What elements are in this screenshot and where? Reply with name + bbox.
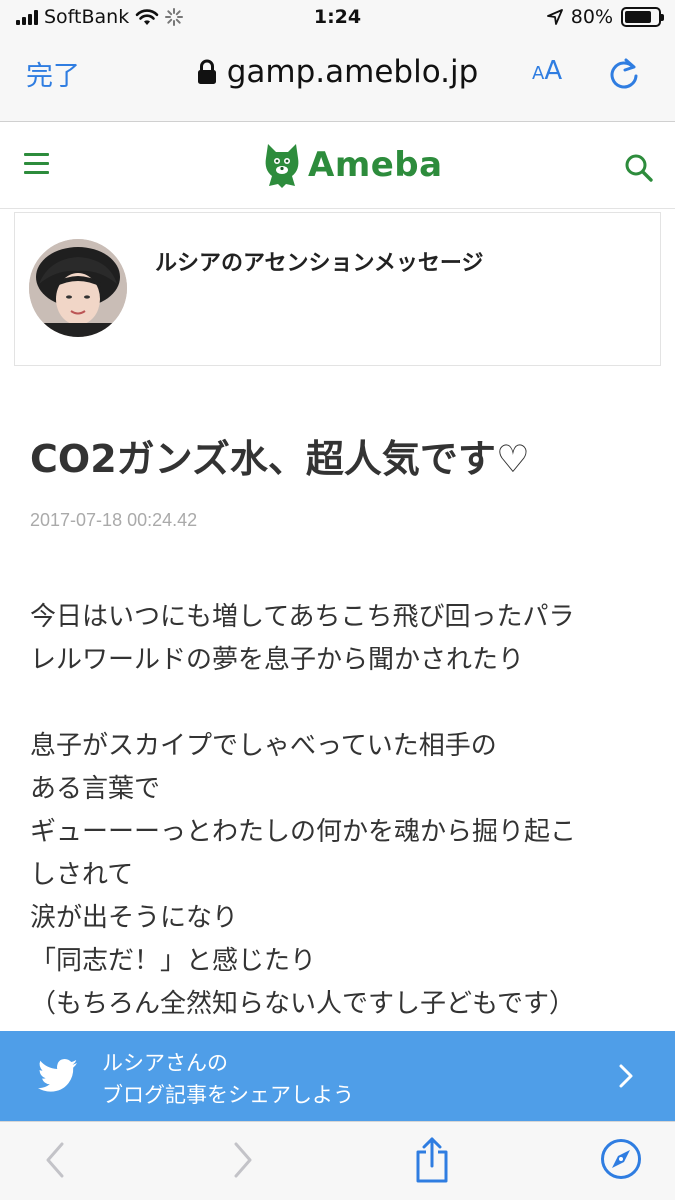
article-title: CO2ガンズ水、超人気です♡ [30,437,530,481]
share-banner-line1: ルシアさんの [102,1051,228,1075]
chevron-right-icon [619,1064,633,1088]
body-line: （もちろん全然知らない人ですし子どもです） [30,989,575,1019]
status-right: 80% [546,6,664,28]
reload-icon[interactable] [606,56,642,92]
body-line: 息子がスカイプでしゃべっていた相手の [30,731,497,761]
body-line: しされて [30,860,134,890]
browser-url-bar: 完了 gamp.ameblo.jp AA [0,38,675,122]
browser-bottom-toolbar [0,1121,675,1200]
article-body: 今日はいつにも増してあちこち飛び回ったパラ レルワールドの夢を息子から聞かされた… [30,596,642,1026]
ameba-logo-text: Ameba [308,145,443,185]
twitter-share-banner[interactable]: ルシアさんの ブログ記事をシェアしよう [0,1031,675,1121]
forward-icon[interactable] [230,1140,256,1180]
battery-percent: 80% [570,6,613,28]
ameba-logo[interactable]: Ameba [262,140,443,190]
blog-header-card[interactable]: ルシアのアセンションメッセージ [14,212,661,366]
body-line: ある言葉で [30,774,161,804]
body-line: 「同志だ！」と感じたり [30,946,317,976]
body-line: レルワールドの夢を息子から聞かされたり [30,645,525,675]
lock-icon [197,59,216,84]
url-text: gamp.ameblo.jp [226,54,479,90]
blogger-photo [29,239,127,337]
twitter-bird-icon [38,1059,77,1092]
share-icon[interactable] [412,1136,452,1184]
compass-safari-icon[interactable] [600,1138,642,1180]
back-icon[interactable] [42,1140,68,1180]
body-line: 涙が出そうになり [30,903,239,933]
battery-icon [621,7,664,27]
article-date: 2017-07-18 00:24.42 [30,510,198,530]
text-size-button[interactable]: AA [532,56,562,86]
battery-level [625,11,651,23]
search-icon[interactable] [624,153,654,183]
blog-title[interactable]: ルシアのアセンションメッセージ [155,245,483,277]
body-line: ギューーーっとわたしの何かを魂から掘り起こ [30,817,577,847]
hamburger-menu-icon[interactable] [24,153,49,175]
body-line: 今日はいつにも増してあちこち飛び回ったパラ [30,602,575,632]
location-arrow-icon [546,9,563,25]
text-size-large-glyph: A [544,56,563,86]
text-size-small-glyph: A [532,63,545,84]
status-bar: SoftBank 1:24 80% [0,0,675,38]
address-field[interactable]: gamp.ameblo.jp [0,54,675,90]
ameba-mascot-icon [265,144,299,188]
avatar[interactable] [29,239,127,337]
ameba-header: Ameba [0,123,675,209]
share-banner-line2: ブログ記事をシェアしよう [102,1083,354,1107]
